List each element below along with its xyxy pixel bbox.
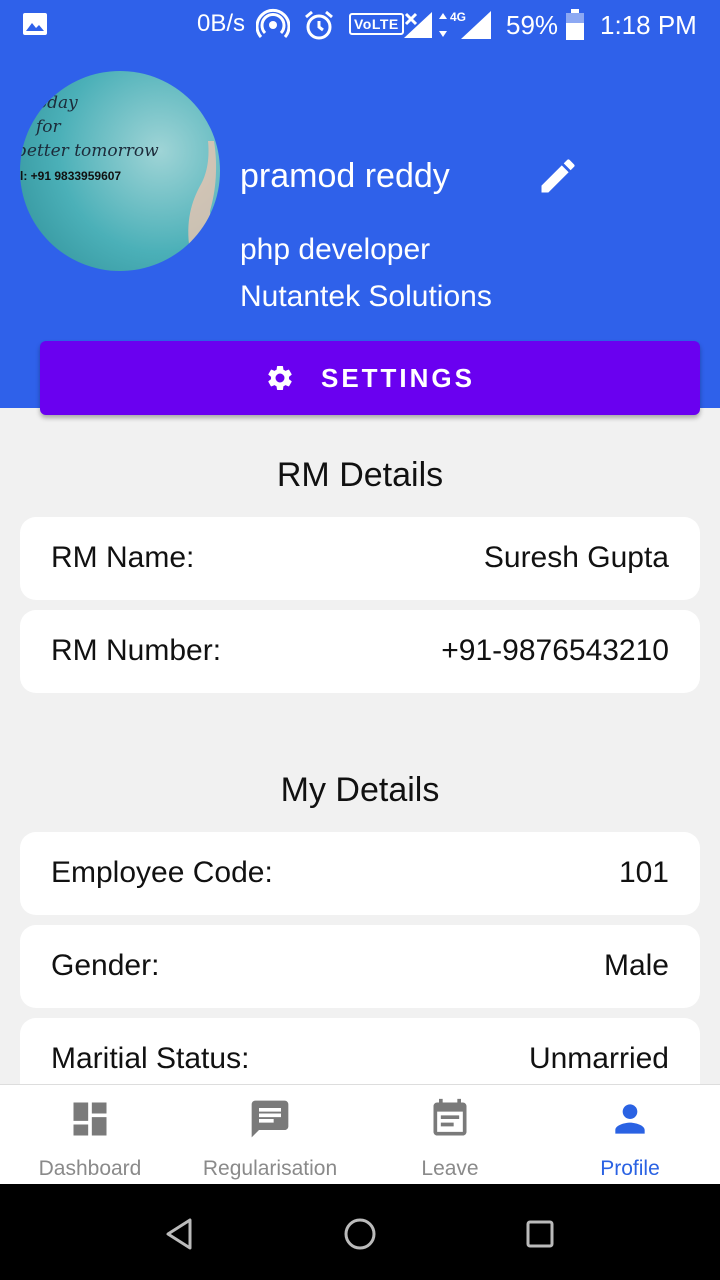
avatar-quote: today for better tomorrow bbox=[20, 93, 159, 161]
employee-code-row: Employee Code: 101 bbox=[20, 832, 700, 915]
settings-button-label: SETTINGS bbox=[320, 362, 475, 393]
event-note-icon bbox=[433, 1098, 467, 1136]
my-details-title: My Details bbox=[280, 771, 440, 809]
person-icon bbox=[615, 1104, 645, 1134]
dashboard-icon bbox=[73, 1102, 107, 1136]
edit-pencil-icon[interactable] bbox=[536, 154, 580, 198]
nav-label: Leave bbox=[421, 1157, 479, 1180]
hotspot-icon bbox=[256, 8, 290, 38]
row-label: RM Number: bbox=[51, 634, 222, 667]
feedback-icon bbox=[251, 1100, 289, 1138]
rm-details-title: RM Details bbox=[276, 456, 444, 494]
user-company: Nutantek Solutions bbox=[240, 280, 492, 313]
clock: 1:18 PM bbox=[600, 10, 697, 40]
rm-name-row: RM Name: Suresh Gupta bbox=[20, 517, 700, 600]
hand-image-icon bbox=[188, 141, 217, 251]
row-label: Maritial Status: bbox=[51, 1042, 250, 1075]
battery-icon bbox=[566, 9, 584, 40]
nav-leave[interactable]: Leave bbox=[360, 1085, 540, 1185]
settings-button[interactable]: SETTINGS bbox=[40, 341, 700, 415]
nav-label: Profile bbox=[600, 1157, 660, 1180]
recents-icon[interactable] bbox=[520, 1214, 560, 1254]
rm-number-row: RM Number: +91-9876543210 bbox=[20, 610, 700, 693]
bottom-navigation: Dashboard Regularisation Leave Profile bbox=[0, 1084, 720, 1184]
row-value: Male bbox=[603, 949, 669, 982]
status-bar: 0B/s VoLTE 4G 59% 1:18 PM bbox=[0, 0, 720, 50]
nav-profile[interactable]: Profile bbox=[540, 1085, 720, 1185]
net-speed: 0B/s bbox=[197, 10, 246, 37]
avatar-phone-text: l: +91 9833959607 bbox=[20, 169, 122, 183]
signal-icon bbox=[404, 12, 432, 38]
mobile-data-signal-icon: 4G bbox=[439, 10, 491, 39]
nav-regularisation[interactable]: Regularisation bbox=[180, 1085, 360, 1185]
nav-label: Dashboard bbox=[38, 1157, 142, 1180]
user-role: php developer bbox=[240, 233, 431, 266]
home-icon[interactable] bbox=[340, 1214, 380, 1254]
svg-text:4G: 4G bbox=[450, 10, 466, 24]
gear-icon bbox=[268, 365, 292, 390]
row-label: RM Name: bbox=[51, 541, 195, 574]
row-value: +91-9876543210 bbox=[441, 634, 669, 667]
back-icon[interactable] bbox=[160, 1214, 200, 1254]
nav-dashboard[interactable]: Dashboard bbox=[0, 1085, 180, 1185]
row-value: Unmarried bbox=[528, 1042, 669, 1075]
alarm-icon bbox=[305, 10, 333, 40]
row-value: Suresh Gupta bbox=[483, 541, 669, 574]
row-label: Gender: bbox=[51, 949, 160, 982]
profile-header: today for better tomorrow l: +91 9833959… bbox=[0, 50, 720, 415]
system-navigation-bar bbox=[0, 1184, 720, 1280]
battery-percent: 59% bbox=[506, 10, 559, 40]
nav-label: Regularisation bbox=[202, 1157, 338, 1180]
user-name: pramod reddy bbox=[240, 157, 450, 195]
volte-badge: VoLTE bbox=[349, 13, 404, 35]
row-value: 101 bbox=[618, 856, 669, 889]
image-notification-icon bbox=[23, 13, 47, 35]
row-label: Employee Code: bbox=[51, 856, 273, 889]
avatar[interactable]: today for better tomorrow l: +91 9833959… bbox=[20, 71, 220, 271]
gender-row: Gender: Male bbox=[20, 925, 700, 1008]
